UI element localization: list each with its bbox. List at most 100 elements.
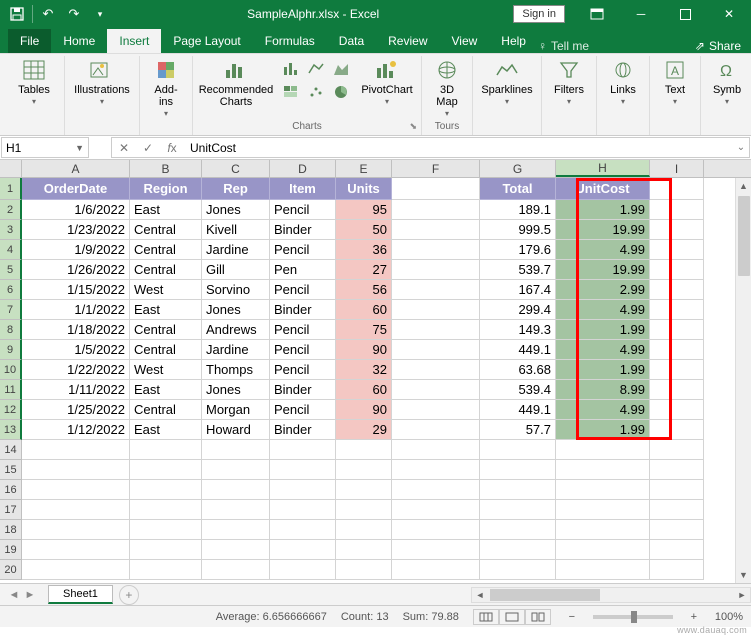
cell[interactable] (392, 520, 480, 540)
symbols-button[interactable]: ΩSymb▾ (707, 58, 747, 119)
cell[interactable]: OrderDate (22, 178, 130, 200)
cell[interactable] (130, 540, 202, 560)
pivotchart-button[interactable]: PivotChart▾ (359, 58, 415, 120)
cell[interactable]: Jardine (202, 340, 270, 360)
chevron-down-icon[interactable]: ▼ (75, 143, 84, 153)
qat-customize-icon[interactable]: ▾ (87, 0, 113, 28)
rowhead[interactable]: 6 (0, 280, 22, 300)
cell[interactable]: Thomps (202, 360, 270, 380)
rowhead[interactable]: 5 (0, 260, 22, 280)
cell[interactable] (336, 540, 392, 560)
normal-view-icon[interactable] (473, 609, 499, 625)
cell[interactable]: 1.99 (556, 200, 650, 220)
tab-view[interactable]: View (440, 29, 490, 53)
cell[interactable] (480, 540, 556, 560)
tab-pagelayout[interactable]: Page Layout (161, 29, 252, 53)
cell[interactable]: 167.4 (480, 280, 556, 300)
cell[interactable] (650, 440, 704, 460)
zoom-in-button[interactable]: + (687, 611, 701, 623)
spreadsheet-grid[interactable]: A B C D E F G H I 1OrderDateRegionRepIte… (0, 160, 751, 583)
colhead-C[interactable]: C (202, 160, 270, 177)
page-break-view-icon[interactable] (525, 609, 551, 625)
rowhead[interactable]: 20 (0, 560, 22, 580)
redo-icon[interactable]: ↷ (61, 0, 87, 28)
cell[interactable] (130, 520, 202, 540)
rowhead[interactable]: 9 (0, 340, 22, 360)
cell[interactable] (22, 460, 130, 480)
pie-chart-icon[interactable] (329, 81, 353, 103)
cell[interactable]: 29 (336, 420, 392, 440)
hierarchy-chart-icon[interactable] (279, 81, 303, 103)
save-icon[interactable] (4, 0, 30, 28)
cell[interactable] (556, 500, 650, 520)
cell[interactable]: 4.99 (556, 240, 650, 260)
sheet-nav-prev-icon[interactable]: ◄ (6, 589, 22, 601)
cell[interactable] (392, 220, 480, 240)
cell[interactable]: 179.6 (480, 240, 556, 260)
cell[interactable] (650, 500, 704, 520)
cell[interactable]: 539.7 (480, 260, 556, 280)
cell[interactable]: West (130, 280, 202, 300)
cell[interactable]: Jardine (202, 240, 270, 260)
cell[interactable] (650, 260, 704, 280)
cell[interactable] (650, 280, 704, 300)
cell[interactable] (336, 440, 392, 460)
rowhead[interactable]: 12 (0, 400, 22, 420)
rowhead[interactable]: 18 (0, 520, 22, 540)
cell[interactable]: Item (270, 178, 336, 200)
cell[interactable] (130, 480, 202, 500)
scroll-down-icon[interactable]: ▼ (736, 567, 751, 583)
rowhead[interactable]: 17 (0, 500, 22, 520)
cell[interactable] (22, 500, 130, 520)
cell[interactable]: 1.99 (556, 420, 650, 440)
cell[interactable] (392, 200, 480, 220)
cell[interactable] (650, 480, 704, 500)
cell[interactable]: 8.99 (556, 380, 650, 400)
cell[interactable]: Region (130, 178, 202, 200)
page-layout-view-icon[interactable] (499, 609, 525, 625)
cell[interactable] (392, 260, 480, 280)
cell[interactable]: 57.7 (480, 420, 556, 440)
cell[interactable] (270, 520, 336, 540)
cell[interactable]: Pencil (270, 340, 336, 360)
cell[interactable] (22, 520, 130, 540)
cell[interactable]: 60 (336, 380, 392, 400)
scroll-right-icon[interactable]: ► (734, 590, 750, 600)
colhead-A[interactable]: A (22, 160, 130, 177)
cell[interactable] (556, 480, 650, 500)
charts-launcher-icon[interactable]: ⬊ (409, 121, 417, 132)
tab-review[interactable]: Review (376, 29, 439, 53)
cell[interactable] (480, 440, 556, 460)
cell[interactable]: 1/1/2022 (22, 300, 130, 320)
cell[interactable]: 4.99 (556, 340, 650, 360)
cell[interactable] (650, 300, 704, 320)
zoom-level[interactable]: 100% (715, 611, 743, 623)
cell[interactable]: 1/15/2022 (22, 280, 130, 300)
cell[interactable]: 1/12/2022 (22, 420, 130, 440)
line-chart-icon[interactable] (304, 58, 328, 80)
cell[interactable] (22, 560, 130, 580)
new-sheet-button[interactable]: + (119, 585, 139, 605)
colhead-H[interactable]: H (556, 160, 650, 177)
cell[interactable]: East (130, 300, 202, 320)
cell[interactable]: East (130, 200, 202, 220)
cell[interactable] (650, 340, 704, 360)
cell[interactable]: Units (336, 178, 392, 200)
cell[interactable]: East (130, 380, 202, 400)
cell[interactable]: 32 (336, 360, 392, 380)
cell[interactable] (480, 520, 556, 540)
colhead-D[interactable]: D (270, 160, 336, 177)
links-button[interactable]: Links▾ (603, 58, 643, 119)
expand-formula-icon[interactable]: ⌄ (733, 142, 749, 153)
cell[interactable]: 1/9/2022 (22, 240, 130, 260)
cell[interactable] (650, 200, 704, 220)
cell[interactable] (202, 460, 270, 480)
formula-input[interactable] (184, 141, 733, 155)
cell[interactable] (392, 178, 480, 200)
cell[interactable]: Pencil (270, 280, 336, 300)
zoom-knob[interactable] (631, 611, 637, 623)
cell[interactable]: 4.99 (556, 300, 650, 320)
rowhead[interactable]: 16 (0, 480, 22, 500)
cell[interactable] (650, 540, 704, 560)
cell[interactable] (130, 500, 202, 520)
